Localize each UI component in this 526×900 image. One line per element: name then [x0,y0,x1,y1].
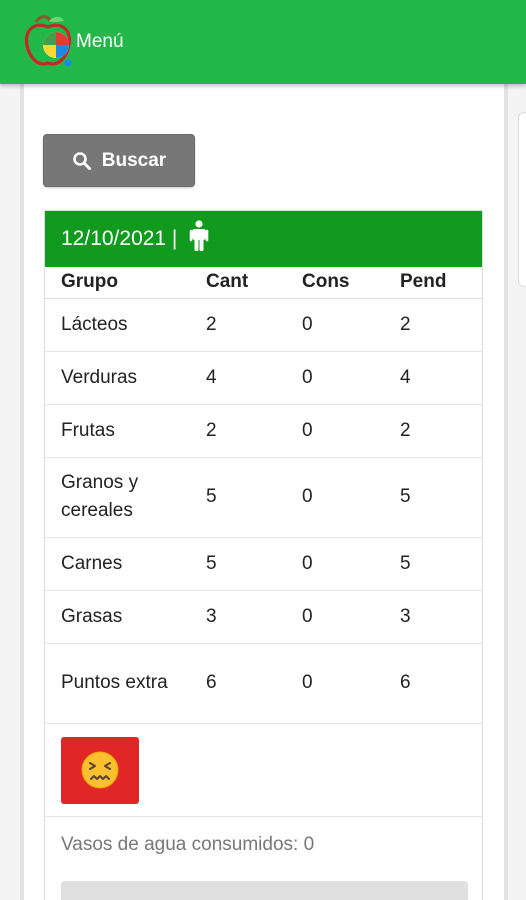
summary-header: 12/10/2021 | [45,211,482,267]
menu-label: Menú [76,31,124,52]
cant-value: 6 [206,643,302,724]
table-row: Granos y cereales 5 0 5 [45,457,482,538]
search-icon [72,151,91,170]
group-name: Lácteos [45,298,206,352]
food-group-table: Grupo Cant Cons Pend Lácteos 2 0 2 Verdu… [45,267,482,724]
top-app-bar: Menú [0,0,526,84]
pend-value: 5 [400,457,482,538]
cant-value: 5 [206,457,302,538]
column-header-grupo: Grupo [45,267,206,299]
cant-value: 2 [206,404,302,458]
cons-value: 0 [302,298,400,352]
table-row: Grasas 3 0 3 [45,590,482,644]
table-row: Frutas 2 0 2 [45,404,482,458]
bottom-action-button[interactable] [61,881,468,900]
cant-value: 5 [206,537,302,591]
pend-value: 6 [400,643,482,724]
water-glasses-text: Vasos de agua consumidos: 0 [61,833,315,855]
mood-row [45,724,482,817]
table-header-row: Grupo Cant Cons Pend [45,267,482,299]
menu-button[interactable]: Menú [22,12,124,72]
cons-value: 0 [302,590,400,644]
group-name: Granos y cereales [45,457,206,538]
column-header-cons: Cons [302,267,400,299]
daily-summary-panel: 12/10/2021 | Grupo Cant Cons Pend Lácteo… [44,210,483,900]
cons-value: 0 [302,351,400,405]
right-rail [504,84,508,900]
person-icon[interactable] [189,220,209,258]
pend-value: 3 [400,590,482,644]
search-button-label: Buscar [101,149,167,171]
column-header-pend: Pend [400,267,482,299]
app-logo [22,13,74,71]
table-row: Carnes 5 0 5 [45,537,482,591]
cant-value: 4 [206,351,302,405]
group-name: Puntos extra [45,643,206,724]
summary-date: 12/10/2021 | [61,227,178,250]
search-button[interactable]: Buscar [43,134,195,187]
table-row: Lácteos 2 0 2 [45,298,482,352]
group-name: Verduras [45,351,206,405]
cons-value: 0 [302,404,400,458]
pend-value: 4 [400,351,482,405]
table-row: Puntos extra 6 0 6 [45,643,482,724]
pend-value: 5 [400,537,482,591]
confounded-face-icon [81,751,119,789]
column-header-cant: Cant [206,267,302,299]
cons-value: 0 [302,643,400,724]
pend-value: 2 [400,298,482,352]
table-row: Verduras 4 0 4 [45,351,482,405]
group-name: Frutas [45,404,206,458]
pend-value: 2 [400,404,482,458]
cant-value: 2 [206,298,302,352]
mood-button[interactable] [61,736,139,804]
group-name: Carnes [45,537,206,591]
cons-value: 0 [302,537,400,591]
cant-value: 3 [206,590,302,644]
side-panel-edge[interactable] [518,112,526,287]
group-name: Grasas [45,590,206,644]
cons-value: 0 [302,457,400,538]
